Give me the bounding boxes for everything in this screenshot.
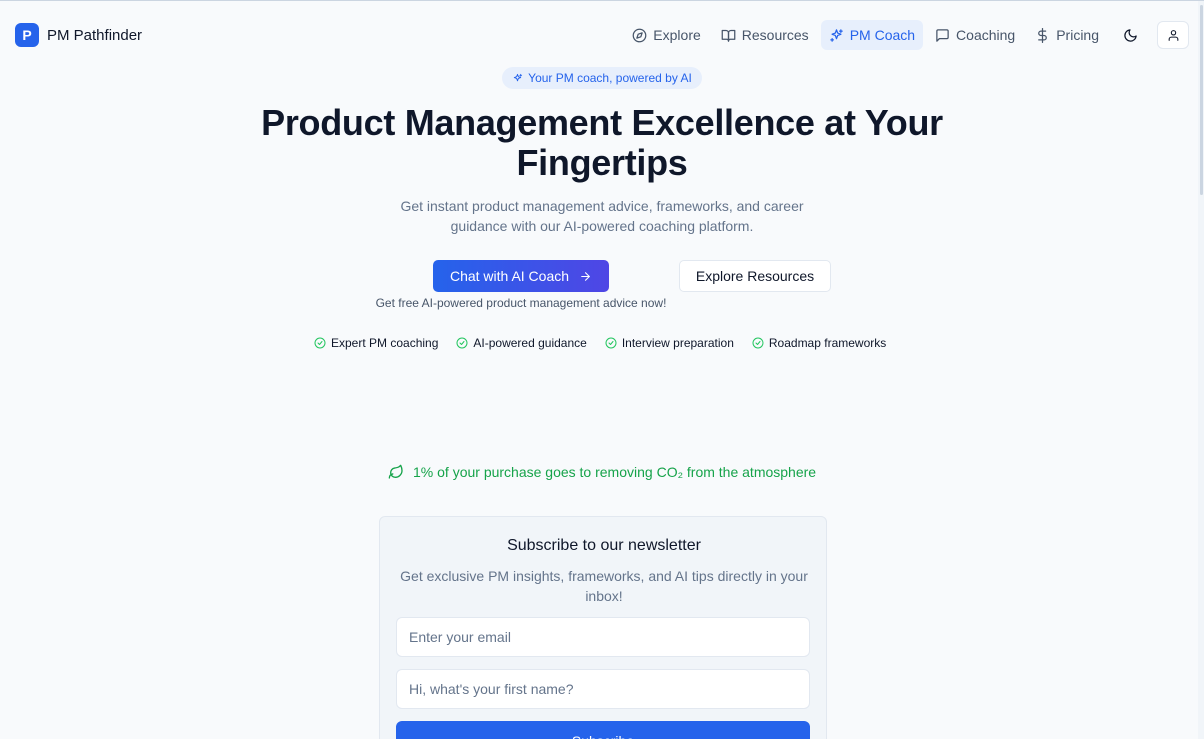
compass-icon xyxy=(632,28,647,42)
feature-label: Roadmap frameworks xyxy=(768,336,887,350)
first-name-field[interactable] xyxy=(396,669,810,709)
hero-subtitle: Get instant product management advice, f… xyxy=(400,198,804,234)
feature-list: Expert PM coaching AI-powered guidance I… xyxy=(314,336,894,350)
nav-item-label: Resources xyxy=(741,27,809,43)
user-icon xyxy=(1168,29,1178,41)
eco-note: 1% of your purchase goes to removing CO₂… xyxy=(388,464,828,480)
feature-label: Expert PM coaching xyxy=(331,336,439,350)
brand-name: PM Pathfinder xyxy=(47,26,143,44)
nav-item-label: Explore xyxy=(653,27,701,43)
user-account-button[interactable] xyxy=(1157,21,1189,49)
feature-item: Expert PM coaching xyxy=(314,336,438,350)
nav-item-explore[interactable]: Explore xyxy=(624,20,708,50)
nav-item-pm-coach[interactable]: PM Coach xyxy=(820,20,924,50)
nav-item-coaching[interactable]: Coaching xyxy=(927,20,1023,50)
hero-title: Product Management Excellence at Your Fi… xyxy=(261,102,943,183)
top-navbar: P PM Pathfinder Explore Resources PM Coa… xyxy=(0,1,1204,69)
page-scrollbar[interactable] xyxy=(1198,1,1204,739)
cta-note: Get free AI-powered product management a… xyxy=(375,296,667,310)
brand[interactable]: P PM Pathfinder xyxy=(15,23,142,47)
nav-links: Explore Resources PM Coach Coaching Pric… xyxy=(624,20,1189,50)
button-label: Explore Resources xyxy=(695,268,815,284)
feature-item: Roadmap frameworks xyxy=(752,336,886,350)
email-field[interactable] xyxy=(396,617,810,657)
nav-item-pricing[interactable]: Pricing xyxy=(1027,20,1107,50)
chat-with-ai-coach-button[interactable]: Chat with AI Coach xyxy=(433,260,609,292)
sparkles-icon xyxy=(829,28,843,42)
check-circle-icon xyxy=(752,337,764,349)
nav-item-label: PM Coach xyxy=(849,27,916,43)
sparkles-icon xyxy=(514,73,523,81)
button-label: Chat with AI Coach xyxy=(449,268,570,284)
theme-toggle-button[interactable] xyxy=(1115,20,1145,50)
explore-resources-button[interactable]: Explore Resources xyxy=(679,260,831,292)
dollar-sign-icon xyxy=(1038,27,1048,43)
leaf-icon xyxy=(388,464,403,479)
brand-logo: P xyxy=(15,23,39,47)
nav-item-label: Pricing xyxy=(1056,27,1099,43)
check-circle-icon xyxy=(314,337,326,349)
feature-label: AI-powered guidance xyxy=(473,336,587,350)
message-square-icon xyxy=(936,28,949,42)
book-open-icon xyxy=(721,29,736,42)
hero-badge-label: Your PM coach, powered by AI xyxy=(528,71,692,85)
subscribe-button[interactable]: Subscribe xyxy=(396,721,810,739)
newsletter-title: Subscribe to our newsletter xyxy=(507,537,701,554)
hero-badge: Your PM coach, powered by AI xyxy=(502,67,702,89)
feature-item: AI-powered guidance xyxy=(456,336,587,350)
scrollbar-thumb[interactable] xyxy=(1200,5,1203,195)
nav-item-label: Coaching xyxy=(956,27,1016,43)
eco-note-text: 1% of your purchase goes to removing CO₂… xyxy=(413,464,817,480)
feature-item: Interview preparation xyxy=(605,336,734,350)
check-circle-icon xyxy=(456,337,468,349)
check-circle-icon xyxy=(605,337,617,349)
nav-item-resources[interactable]: Resources xyxy=(713,20,817,50)
newsletter-card: Subscribe to our newsletter Get exclusiv… xyxy=(379,516,827,739)
feature-label: Interview preparation xyxy=(621,336,734,350)
newsletter-subtitle: Get exclusive PM insights, frameworks, a… xyxy=(400,568,808,604)
moon-icon xyxy=(1123,28,1137,42)
arrow-right-icon xyxy=(581,271,590,281)
